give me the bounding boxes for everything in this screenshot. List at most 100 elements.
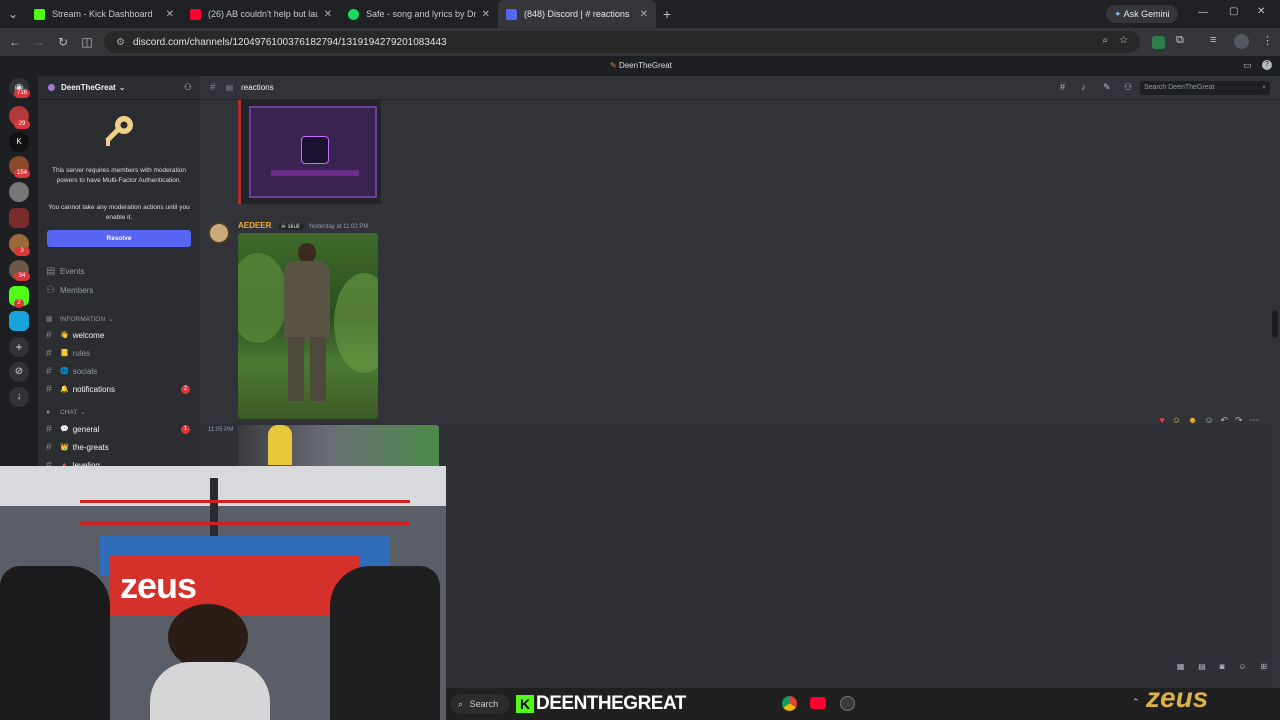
message-hover-timestamp: 11:05 PM [208, 427, 234, 433]
chat-scrollbar[interactable] [1272, 310, 1278, 338]
laugh-reaction-icon[interactable]: ☺ [1172, 415, 1181, 425]
server-name: DeenTheGreat [61, 83, 116, 92]
add-server-icon[interactable]: + [9, 337, 29, 357]
new-tab-icon[interactable]: + [656, 6, 678, 22]
channel-rules[interactable]: # 📒 rules [46, 345, 196, 361]
notification-settings-icon[interactable]: ♪ [1081, 82, 1086, 92]
heart-reaction-icon[interactable]: ♥ [1159, 415, 1164, 425]
tab-spotify[interactable]: Safe - song and lyrics by Drū C ✕ [340, 0, 498, 28]
server-emoji-icon: ✎ [610, 61, 617, 70]
channel-notifications[interactable]: # 🔔 notifications 2 [46, 381, 196, 397]
image-banana-costume [268, 425, 292, 465]
rofl-reaction-icon[interactable]: ☻ [1188, 415, 1197, 425]
mention-badge: 34 [14, 272, 30, 281]
gift-icon[interactable]: ▦ [1177, 662, 1185, 674]
browser-menu-icon[interactable]: ⋮ [1262, 34, 1273, 47]
chrome-taskbar-icon[interactable] [782, 696, 797, 711]
member-list-icon[interactable]: ⚇ [1124, 82, 1132, 93]
bookmark-star-icon[interactable]: ☆ [1119, 35, 1128, 46]
channel-welcome[interactable]: # 👋 welcome [46, 327, 196, 343]
tab-kick[interactable]: Stream - Kick Dashboard ✕ [26, 0, 182, 28]
threads-icon[interactable]: # [1060, 82, 1065, 92]
apps-icon[interactable]: ⊞ [1260, 662, 1267, 674]
tray-chevron-icon[interactable]: ⌃ [1132, 697, 1140, 708]
server-icon[interactable] [9, 182, 29, 202]
category-label: CHAT [60, 408, 78, 416]
obs-taskbar-icon[interactable] [840, 696, 855, 711]
events-link[interactable]: ▤ Events [46, 263, 196, 279]
close-tab-icon[interactable]: ✕ [160, 9, 174, 20]
message-author[interactable]: AEDEER [238, 221, 271, 230]
channel-general[interactable]: # 💬 general 1 [46, 421, 196, 437]
forward-icon[interactable]: → [28, 35, 50, 49]
ask-gemini-label: Ask Gemini [1123, 9, 1170, 19]
tab-youtube[interactable]: (26) AB couldn't help but laugh ✕ [182, 0, 340, 28]
address-bar[interactable]: ⚙ discord.com/channels/12049761003761827… [104, 31, 1140, 53]
category-information[interactable]: ▦ INFORMATION ⌄ [46, 311, 196, 327]
gif-icon[interactable]: ▤ [1198, 662, 1206, 674]
reading-list-icon[interactable]: ≡ [1210, 34, 1216, 46]
minimize-icon[interactable]: — [1198, 7, 1208, 18]
tab-discord[interactable]: (848) Discord | # reactions ✕ [498, 0, 656, 28]
channel-the-greats[interactable]: # 👑 the-greats [46, 439, 196, 455]
channel-socials[interactable]: # 🌐 socials [46, 363, 196, 379]
back-icon[interactable]: ← [4, 35, 26, 49]
zoom-icon[interactable]: ⌕ [1102, 35, 1108, 46]
mention-badge: 3 [14, 247, 30, 256]
user-avatar[interactable] [208, 222, 230, 244]
close-tab-icon[interactable]: ✕ [476, 9, 490, 20]
sticker-icon[interactable]: ◙ [1220, 662, 1225, 674]
ask-gemini-button[interactable]: ✦ Ask Gemini [1106, 5, 1178, 23]
close-tab-icon[interactable]: ✕ [634, 9, 648, 20]
extension-icon[interactable] [1152, 36, 1165, 49]
profile-avatar[interactable] [1234, 34, 1249, 49]
server-icon[interactable]: K [9, 132, 29, 152]
previous-image-embed[interactable] [238, 100, 381, 204]
pinned-messages-icon[interactable]: ✎ [1103, 82, 1111, 93]
search-input[interactable]: Search DeenTheGreat ⌕ [1140, 81, 1270, 95]
taskbar-search[interactable]: ⌕ Search [450, 694, 510, 714]
message-image[interactable] [238, 233, 378, 419]
browser-tab-bar: ⌄ Stream - Kick Dashboard ✕ (26) AB coul… [0, 0, 1280, 28]
embed-thumbnail[interactable] [249, 106, 377, 198]
inbox-icon[interactable]: ▭ [1243, 60, 1252, 71]
discover-icon[interactable]: ⊘ [9, 362, 29, 382]
next-image[interactable] [238, 425, 439, 469]
close-tab-icon[interactable]: ✕ [318, 9, 332, 20]
more-options-icon[interactable]: ⋯ [1250, 415, 1259, 426]
category-chat[interactable]: ● CHAT ⌄ [46, 404, 196, 420]
extensions-puzzle-icon[interactable]: ⧉ [1176, 34, 1184, 47]
tab-title: Safe - song and lyrics by Drū C [366, 9, 476, 19]
hashtag-icon: # [46, 347, 52, 359]
server-icon[interactable] [9, 208, 29, 228]
hashtag-icon: # [46, 329, 52, 341]
members-link[interactable]: ⚇ Members [46, 282, 196, 298]
skull-icon: ☠ [280, 224, 286, 230]
resolve-button[interactable]: Resolve [47, 230, 191, 247]
add-reaction-icon[interactable]: ☺ [1204, 415, 1213, 425]
forward-icon[interactable]: ↷ [1235, 415, 1243, 426]
hashtag-icon: # [46, 365, 52, 377]
maximize-icon[interactable]: ▢ [1229, 6, 1238, 17]
reply-icon[interactable]: ↶ [1221, 415, 1229, 426]
help-icon[interactable]: ? [1262, 60, 1272, 70]
tab-title: (26) AB couldn't help but laugh [208, 9, 318, 19]
tab-search-icon[interactable]: ⌄ [0, 7, 26, 21]
channel-emoji: 💬 [60, 426, 69, 433]
user-tag[interactable]: ☠ skull [277, 224, 305, 230]
tab-title: (848) Discord | # reactions [524, 9, 630, 19]
invite-icon[interactable]: ⚇ [184, 82, 192, 93]
server-header[interactable]: DeenTheGreat ⌄ ⚇ [38, 76, 200, 100]
members-label: Members [60, 285, 94, 295]
watermark-text: zeus [1146, 682, 1209, 713]
server-icon[interactable] [9, 311, 29, 331]
split-view-icon[interactable]: ◫ [76, 35, 98, 49]
emoji-icon[interactable]: ☺ [1238, 662, 1246, 674]
close-window-icon[interactable]: ✕ [1257, 6, 1265, 17]
site-info-icon[interactable]: ⚙ [116, 37, 125, 48]
reload-icon[interactable]: ↻ [52, 35, 74, 49]
taskbar-search-label: Search [469, 699, 499, 709]
download-icon[interactable]: ↓ [9, 387, 29, 407]
discord-favicon-icon [506, 8, 517, 20]
youtube-taskbar-icon[interactable] [810, 697, 826, 709]
